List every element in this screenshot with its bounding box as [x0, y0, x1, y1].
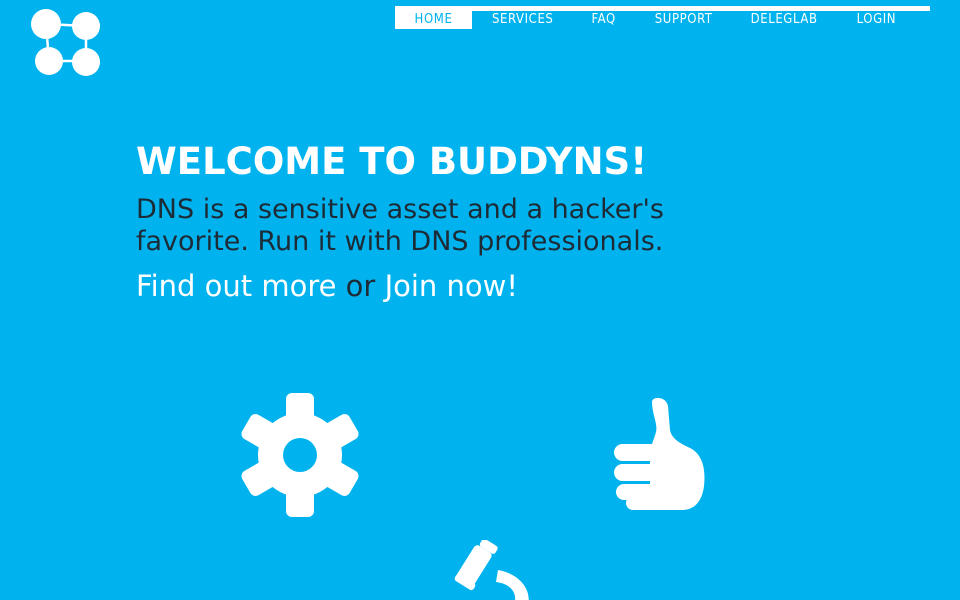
- nav-login[interactable]: LOGIN: [857, 11, 897, 29]
- hero-tagline-line1: DNS is a sensitive asset and a hacker's: [136, 194, 664, 225]
- hero-tagline: DNS is a sensitive asset and a hacker's …: [136, 194, 856, 258]
- nav-services[interactable]: SERVICES: [492, 11, 553, 29]
- main-nav: HOME SERVICES FAQ SUPPORT DELEGLAB LOGIN: [395, 6, 930, 29]
- microscope-icon: [454, 540, 529, 600]
- page: HOME SERVICES FAQ SUPPORT DELEGLAB LOGIN…: [0, 0, 960, 600]
- nav-faq[interactable]: FAQ: [591, 11, 615, 29]
- nav-home[interactable]: HOME: [395, 11, 472, 29]
- gear-icon: [241, 393, 359, 517]
- thumbs-up-icon: [614, 397, 705, 510]
- hero-tagline-line2: favorite. Run it with DNS professionals.: [136, 226, 664, 257]
- hero-cta: Find out more or Join now!: [136, 268, 856, 304]
- nav-support[interactable]: SUPPORT: [655, 11, 713, 29]
- join-now-link[interactable]: Join now: [385, 269, 507, 303]
- buddyns-logo-icon[interactable]: [28, 6, 104, 78]
- hero-title: WELCOME TO BUDDYNS!: [136, 140, 648, 183]
- find-out-more-link[interactable]: Find out more: [136, 269, 336, 303]
- or-text: or: [336, 269, 385, 303]
- cta-exclamation: !: [506, 269, 519, 303]
- nav-deleglab[interactable]: DELEGLAB: [751, 11, 818, 29]
- hero-section: WELCOME TO BUDDYNS! DNS is a sensitive a…: [136, 140, 856, 304]
